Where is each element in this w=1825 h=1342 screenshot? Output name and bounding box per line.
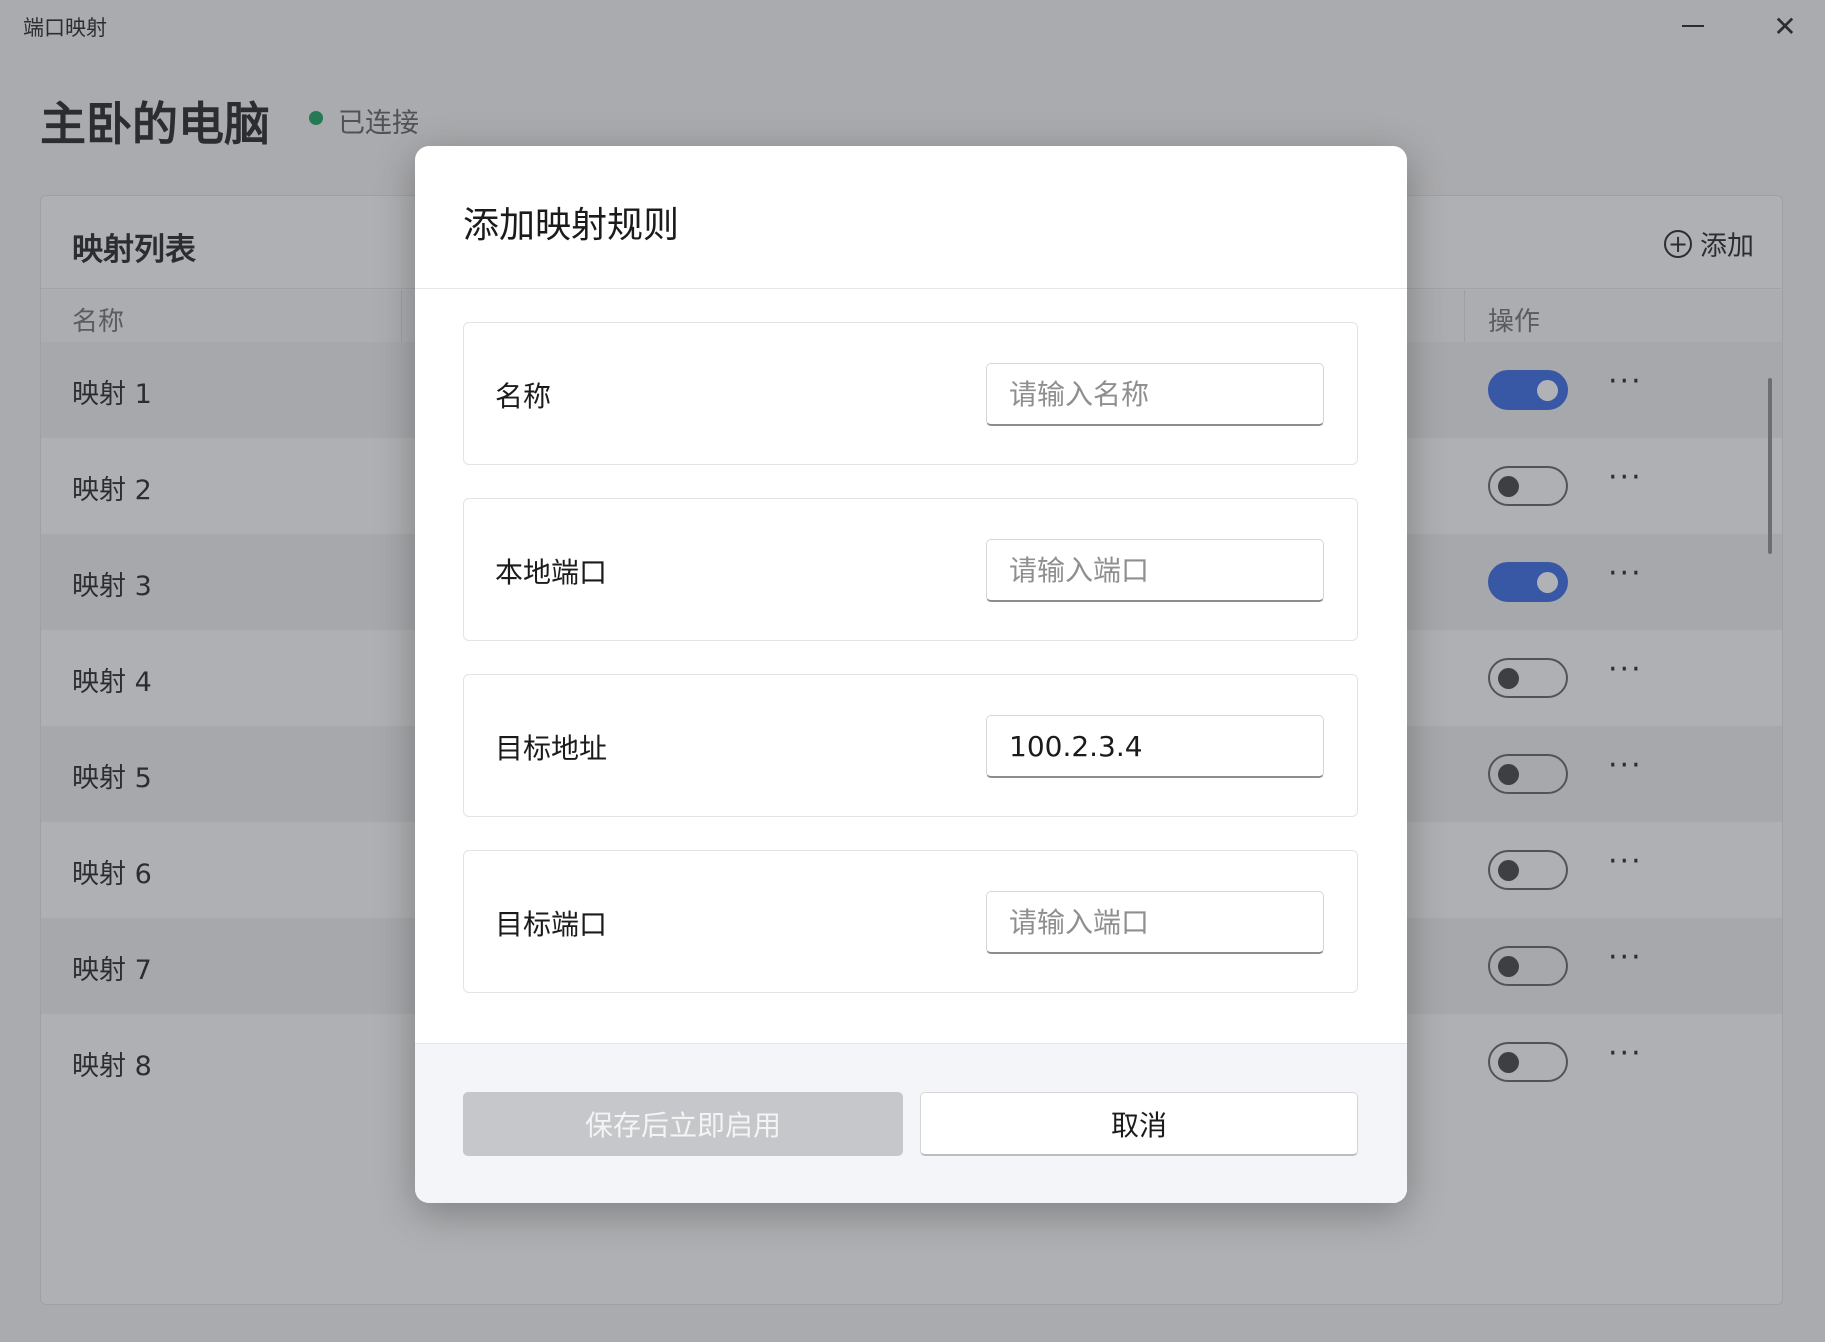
target-address-field-card: 目标地址 [463,674,1358,817]
local-port-input[interactable] [986,539,1324,602]
dialog-title: 添加映射规则 [463,205,680,246]
save-and-enable-button[interactable]: 保存后立即启用 [463,1092,903,1156]
target-port-input[interactable] [986,891,1324,954]
dialog-divider [415,288,1407,289]
target-port-field-card: 目标端口 [463,850,1358,993]
name-input[interactable] [986,363,1324,426]
field-label: 目标地址 [495,732,608,765]
local-port-field-card: 本地端口 [463,498,1358,641]
field-label: 名称 [495,380,552,413]
add-mapping-dialog: 添加映射规则 名称 本地端口 目标地址 目标端口 保存后立即启用 取消 [415,146,1407,1203]
cancel-button[interactable]: 取消 [920,1092,1358,1156]
field-label: 本地端口 [495,556,608,589]
target-address-input[interactable] [986,715,1324,778]
name-field-card: 名称 [463,322,1358,465]
field-label: 目标端口 [495,908,608,941]
dialog-footer: 保存后立即启用 取消 [415,1043,1407,1203]
